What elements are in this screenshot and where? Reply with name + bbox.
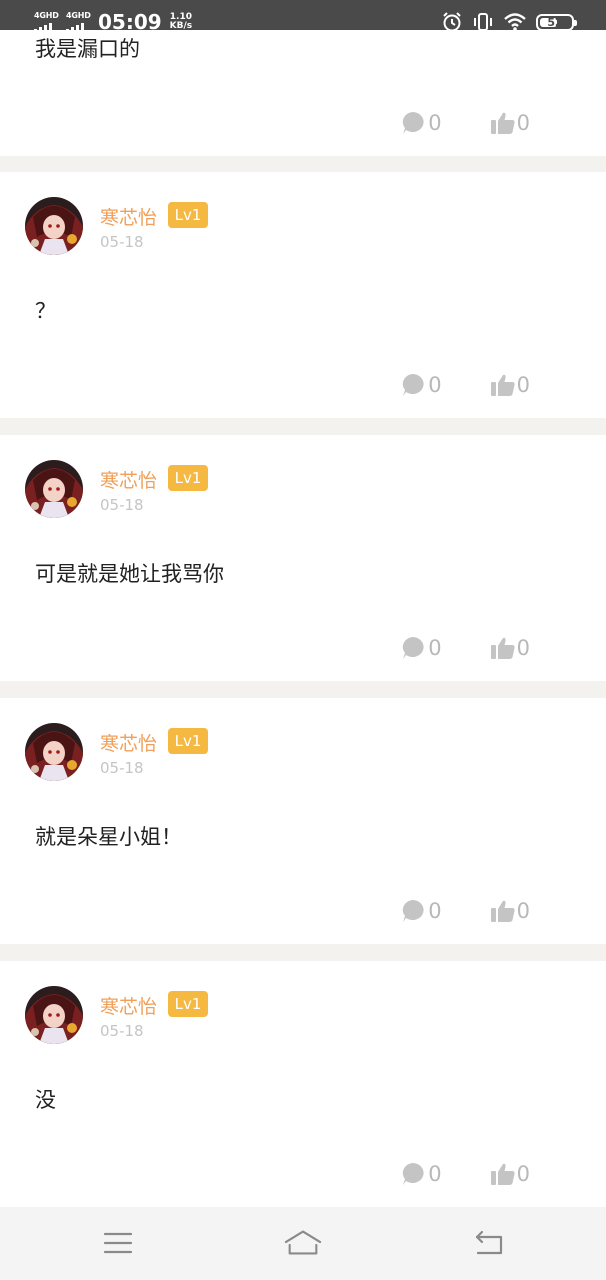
post-date: 05-18 [100, 233, 144, 251]
like-count: 0 [516, 636, 530, 660]
like-button[interactable]: 0 [490, 111, 530, 135]
comment-count: 0 [428, 899, 442, 923]
thumbs-up-icon [490, 900, 515, 922]
comment-bubble-icon [403, 112, 424, 134]
network-type: 4GHD [66, 11, 91, 20]
thumbs-up-icon [490, 374, 515, 396]
avatar[interactable] [25, 986, 83, 1044]
comment-count: 0 [428, 111, 442, 135]
comment-button[interactable]: 0 [401, 111, 442, 135]
menu-button[interactable] [98, 1227, 138, 1259]
post-card: 寒芯怡 Lv1 05-18 就是朵星小姐！ 0 0 [0, 698, 606, 944]
comment-button[interactable]: 0 [401, 373, 442, 397]
comment-bubble-icon [403, 900, 424, 922]
comment-bubble-icon [403, 374, 424, 396]
comment-bubble-icon [403, 1163, 424, 1185]
post-date: 05-18 [100, 759, 144, 777]
avatar[interactable] [25, 723, 83, 781]
post-date: 05-18 [100, 1022, 144, 1040]
avatar[interactable] [25, 460, 83, 518]
username[interactable]: 寒芯怡 [100, 992, 157, 1019]
system-navigation-bar [0, 1207, 606, 1280]
like-count: 0 [516, 373, 530, 397]
username[interactable]: 寒芯怡 [100, 203, 157, 230]
home-icon [284, 1230, 322, 1255]
comment-count: 0 [428, 636, 442, 660]
thumbs-up-icon [490, 1163, 515, 1185]
username[interactable]: 寒芯怡 [100, 729, 157, 756]
comment-button[interactable]: 0 [401, 899, 442, 923]
comment-button[interactable]: 0 [401, 1162, 442, 1186]
post-content: ？ [35, 299, 56, 323]
level-badge: Lv1 [168, 991, 208, 1017]
like-button[interactable]: 0 [490, 899, 530, 923]
level-badge: Lv1 [168, 465, 208, 491]
comment-bubble-icon [403, 637, 424, 659]
post-card: 我是漏口的 0 0 [0, 30, 606, 156]
like-count: 0 [516, 1162, 530, 1186]
post-content: 没 [35, 1088, 56, 1112]
comment-button[interactable]: 0 [401, 636, 442, 660]
avatar[interactable] [25, 197, 83, 255]
like-button[interactable]: 0 [490, 373, 530, 397]
level-badge: Lv1 [168, 728, 208, 754]
like-button[interactable]: 0 [490, 1162, 530, 1186]
username[interactable]: 寒芯怡 [100, 466, 157, 493]
level-badge: Lv1 [168, 202, 208, 228]
like-count: 0 [516, 111, 530, 135]
back-button[interactable] [468, 1227, 508, 1259]
post-card: 寒芯怡 Lv1 05-18 没 0 0 [0, 961, 606, 1207]
menu-icon [103, 1232, 133, 1254]
wifi-icon [504, 13, 526, 31]
post-card: 寒芯怡 Lv1 05-18 ？ 0 0 [0, 172, 606, 418]
post-content: 我是漏口的 [35, 37, 140, 61]
post-card: 寒芯怡 Lv1 05-18 可是就是她让我骂你 0 0 [0, 435, 606, 681]
network-speed: 1.10 KB/s [169, 12, 193, 31]
home-button[interactable] [283, 1227, 323, 1259]
back-icon [475, 1230, 503, 1255]
battery-icon: 52 [536, 13, 577, 31]
network-type: 4GHD [34, 11, 59, 20]
comment-count: 0 [428, 373, 442, 397]
like-button[interactable]: 0 [490, 636, 530, 660]
post-content: 可是就是她让我骂你 [35, 562, 224, 586]
post-date: 05-18 [100, 496, 144, 514]
post-content: 就是朵星小姐！ [35, 825, 182, 849]
thumbs-up-icon [490, 637, 515, 659]
like-count: 0 [516, 899, 530, 923]
thumbs-up-icon [490, 112, 515, 134]
comment-count: 0 [428, 1162, 442, 1186]
